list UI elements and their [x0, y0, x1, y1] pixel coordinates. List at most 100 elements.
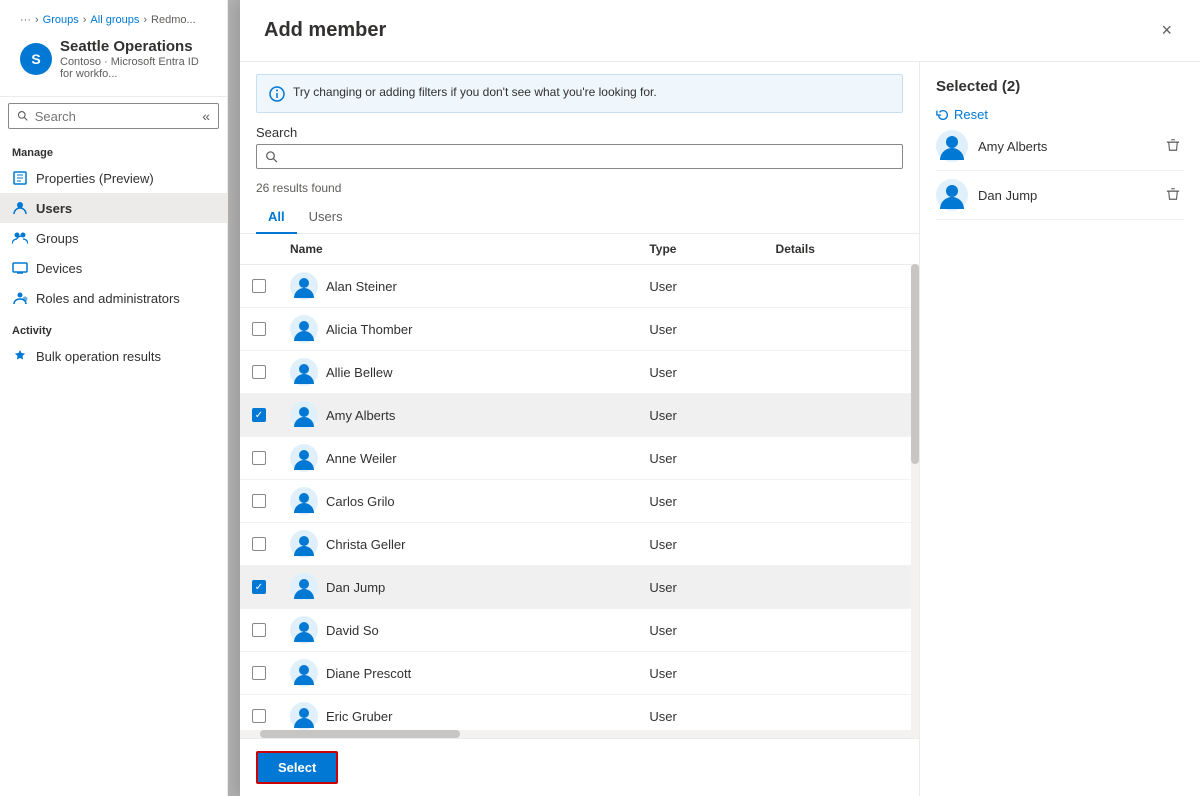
- user-name: Diane Prescott: [326, 666, 411, 681]
- type-cell: User: [637, 437, 763, 480]
- breadcrumb-dots[interactable]: ···: [20, 14, 31, 26]
- sidebar-search-input[interactable]: [35, 109, 196, 124]
- users-tbody: Alan Steiner User Alicia Thomber User: [240, 265, 919, 731]
- selected-header: Selected (2): [936, 78, 1184, 95]
- selected-title: Selected (2): [936, 78, 1020, 95]
- checkbox-cell[interactable]: [240, 351, 278, 394]
- name-cell: Eric Gruber: [278, 695, 637, 731]
- sidebar-item-groups[interactable]: Groups: [0, 223, 227, 253]
- name-cell: Anne Weiler: [278, 437, 637, 480]
- row-checkbox[interactable]: [252, 666, 266, 680]
- row-checkbox[interactable]: [252, 365, 266, 379]
- horiz-scrollbar-thumb[interactable]: [260, 730, 460, 738]
- type-cell: User: [637, 566, 763, 609]
- users-icon: [12, 200, 28, 216]
- org-info: Seattle Operations Contoso · Microsoft E…: [60, 38, 207, 80]
- remove-selected-button[interactable]: [1162, 185, 1184, 206]
- devices-icon: [12, 260, 28, 276]
- sidebar-item-groups-label: Groups: [36, 231, 79, 246]
- sidebar-search-box[interactable]: «: [8, 103, 219, 129]
- user-avatar-icon: [290, 444, 318, 472]
- type-cell: User: [637, 652, 763, 695]
- row-checkbox[interactable]: [252, 451, 266, 465]
- user-name: Carlos Grilo: [326, 494, 395, 509]
- collapse-button[interactable]: «: [202, 108, 210, 124]
- name-cell: Alicia Thomber: [278, 308, 637, 351]
- tab-users[interactable]: Users: [297, 201, 355, 234]
- roles-icon: [12, 290, 28, 306]
- row-checkbox[interactable]: ✓: [252, 580, 266, 594]
- table-row: Anne Weiler User: [240, 437, 919, 480]
- vertical-scrollbar[interactable]: [911, 234, 919, 730]
- type-cell: User: [637, 351, 763, 394]
- sidebar-item-users-label: Users: [36, 201, 72, 216]
- row-checkbox[interactable]: [252, 709, 266, 723]
- sidebar-header: ··· › Groups › All groups › Redmo... S S…: [0, 0, 227, 97]
- checkbox-cell[interactable]: [240, 265, 278, 308]
- main-content: Add member × Try changing or adding filt…: [228, 0, 1200, 796]
- row-checkbox[interactable]: [252, 537, 266, 551]
- row-checkbox[interactable]: [252, 322, 266, 336]
- row-checkbox[interactable]: [252, 279, 266, 293]
- scrollbar-thumb[interactable]: [911, 264, 919, 464]
- checkbox-cell[interactable]: [240, 652, 278, 695]
- name-cell: Carlos Grilo: [278, 480, 637, 523]
- select-button[interactable]: Select: [256, 751, 338, 784]
- selected-item: Dan Jump: [936, 171, 1184, 220]
- bulk-icon: [12, 348, 28, 364]
- user-avatar-icon: [290, 530, 318, 558]
- checkbox-cell[interactable]: [240, 695, 278, 731]
- col-name: Name: [278, 234, 637, 265]
- checkbox-cell[interactable]: ✓: [240, 394, 278, 437]
- checkbox-cell[interactable]: ✓: [240, 566, 278, 609]
- breadcrumb-sep: ›: [35, 14, 39, 26]
- modal-footer: Select: [240, 738, 919, 796]
- user-avatar-icon: [290, 358, 318, 386]
- modal-overlay: Add member × Try changing or adding filt…: [228, 0, 1200, 796]
- table-row: Alan Steiner User: [240, 265, 919, 308]
- modal-search-input[interactable]: [285, 149, 894, 164]
- name-cell: Dan Jump: [278, 566, 637, 609]
- org-subtitle: Contoso · Microsoft Entra ID for workfo.…: [60, 56, 207, 80]
- sidebar-item-bulk[interactable]: Bulk operation results: [0, 341, 227, 371]
- breadcrumb-allgroups[interactable]: All groups: [90, 14, 139, 26]
- user-name: Anne Weiler: [326, 451, 397, 466]
- checkbox-cell[interactable]: [240, 308, 278, 351]
- sidebar-item-roles[interactable]: Roles and administrators: [0, 283, 227, 313]
- row-checkbox[interactable]: [252, 494, 266, 508]
- modal-title: Add member: [264, 19, 386, 42]
- checkbox-cell[interactable]: [240, 437, 278, 480]
- row-checkbox[interactable]: ✓: [252, 408, 266, 422]
- breadcrumb-groups[interactable]: Groups: [43, 14, 79, 26]
- users-table: Name Type Details: [240, 234, 919, 730]
- details-cell: [764, 609, 919, 652]
- details-cell: [764, 695, 919, 731]
- type-cell: User: [637, 695, 763, 731]
- groups-icon: [12, 230, 28, 246]
- info-icon: [269, 86, 285, 102]
- col-type: Type: [637, 234, 763, 265]
- table-row: ✓ Amy Alberts User: [240, 394, 919, 437]
- row-checkbox[interactable]: [252, 623, 266, 637]
- user-avatar-icon: [290, 573, 318, 601]
- selected-item-name: Amy Alberts: [978, 139, 1152, 154]
- details-cell: [764, 265, 919, 308]
- tab-all[interactable]: All: [256, 201, 297, 234]
- search-input-container[interactable]: [256, 144, 903, 169]
- sidebar-item-properties[interactable]: Properties (Preview): [0, 163, 227, 193]
- user-avatar-icon: [290, 487, 318, 515]
- details-cell: [764, 652, 919, 695]
- tabs-row: All Users: [240, 201, 919, 234]
- modal-close-button[interactable]: ×: [1157, 16, 1176, 45]
- reset-button[interactable]: Reset: [936, 107, 1184, 122]
- details-cell: [764, 308, 919, 351]
- checkbox-cell[interactable]: [240, 609, 278, 652]
- checkbox-cell[interactable]: [240, 480, 278, 523]
- details-cell: [764, 566, 919, 609]
- sidebar-item-devices[interactable]: Devices: [0, 253, 227, 283]
- remove-selected-button[interactable]: [1162, 136, 1184, 157]
- sidebar-item-properties-label: Properties (Preview): [36, 171, 154, 186]
- sidebar-item-users[interactable]: Users: [0, 193, 227, 223]
- checkbox-cell[interactable]: [240, 523, 278, 566]
- horizontal-scrollbar[interactable]: [240, 730, 919, 738]
